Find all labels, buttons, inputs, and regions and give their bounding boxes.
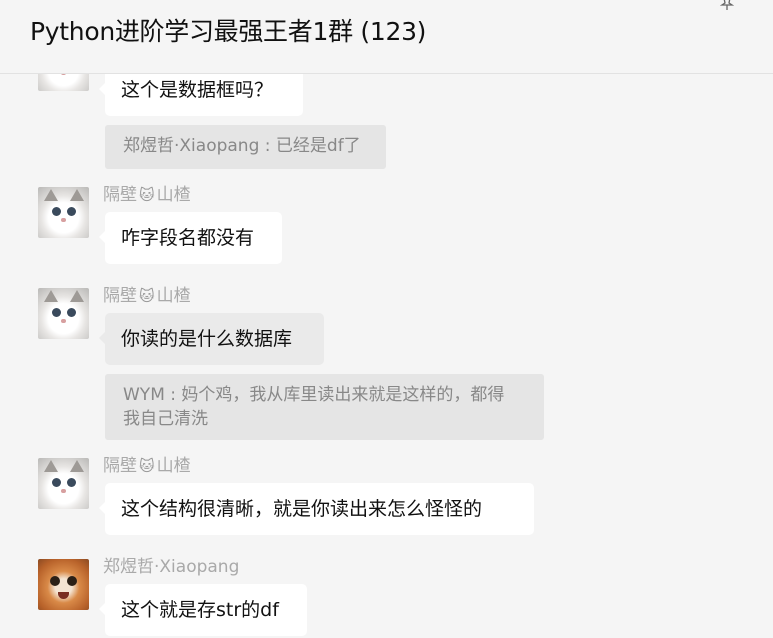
- cat-emoji-icon: 🐱: [139, 186, 155, 204]
- message-bubble[interactable]: 这个结构很清晰，就是你读出来怎么怪怪的: [99, 483, 534, 535]
- cat-emoji-icon: 🐱: [139, 457, 155, 475]
- message-text: 这个结构很清晰，就是你读出来怎么怪怪的: [121, 498, 483, 520]
- message-text: 你读的是什么数据库: [121, 328, 293, 350]
- sender-name: 隔壁 🐱 山楂: [103, 185, 191, 205]
- message-text: 这个是数据框吗？: [121, 79, 274, 101]
- cat-emoji-icon: 🐱: [139, 287, 155, 305]
- message-text: 这个就是存str的df: [121, 599, 279, 621]
- sender-name: 郑煜哲·Xiaopang: [103, 557, 240, 577]
- quote-text-line-1: WYM : 妈个鸡，我从库里读出来就是这样的，都得: [123, 385, 505, 405]
- message-bubble[interactable]: 咋字段名都没有: [99, 212, 282, 264]
- message-bubble[interactable]: 你读的是什么数据库: [99, 313, 324, 365]
- chat-header: Python进阶学习最强王者1群 (123): [0, 0, 773, 74]
- quote-text: 郑煜哲·Xiaopang : 已经是df了: [123, 136, 361, 156]
- message-list[interactable]: 这个是数据框吗？ 郑煜哲·Xiaopang : 已经是df了 隔壁 🐱 山楂 咋字段…: [0, 74, 773, 638]
- message-bubble[interactable]: 这个是数据框吗？: [99, 74, 303, 116]
- quoted-message[interactable]: WYM : 妈个鸡，我从库里读出来就是这样的，都得 我自己清洗: [105, 374, 544, 440]
- chat-title: Python进阶学习最强王者1群 (123): [30, 17, 427, 46]
- quoted-message[interactable]: 郑煜哲·Xiaopang : 已经是df了: [105, 125, 386, 169]
- sender-name: 隔壁 🐱 山楂: [103, 286, 191, 306]
- avatar[interactable]: [38, 458, 89, 509]
- message-text: 咋字段名都没有: [121, 227, 255, 249]
- avatar[interactable]: [38, 74, 89, 91]
- avatar[interactable]: [38, 187, 89, 238]
- message-bubble[interactable]: 这个就是存str的df: [99, 584, 307, 636]
- pin-icon[interactable]: [718, 0, 736, 10]
- avatar[interactable]: [38, 288, 89, 339]
- avatar[interactable]: [38, 559, 89, 610]
- sender-name: 隔壁 🐱 山楂: [103, 456, 191, 476]
- quote-text-line-2: 我自己清洗: [123, 409, 208, 429]
